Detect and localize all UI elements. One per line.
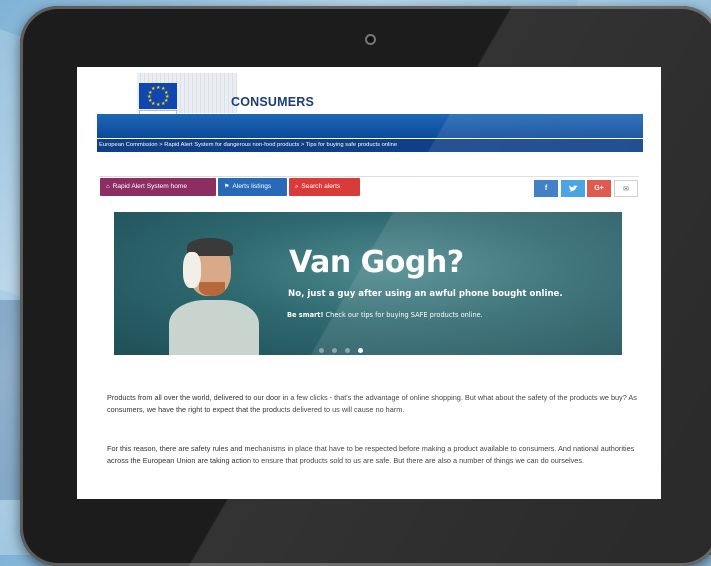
carousel-dot-active[interactable] bbox=[358, 348, 363, 353]
camera-icon bbox=[365, 34, 376, 45]
flag-icon: ⚑ bbox=[224, 184, 230, 190]
googleplus-share-button[interactable]: G+ bbox=[587, 180, 611, 197]
eu-flag-icon: ★ ★ ★ ★ ★ ★ ★ ★ ★ ★ ★ ★ bbox=[139, 83, 177, 109]
site-title: CONSUMERS bbox=[231, 95, 315, 109]
person-bandage bbox=[183, 252, 201, 288]
divider bbox=[99, 176, 639, 177]
person-beard bbox=[199, 282, 225, 296]
banner-cta[interactable]: Be smart! Check our tips for buying SAFE… bbox=[287, 311, 483, 319]
alerts-listings-button[interactable]: ⚑ Alerts listings bbox=[218, 178, 287, 196]
alerts-button-label: Alerts listings bbox=[232, 183, 272, 190]
search-alerts-button[interactable]: ⌕ Search alerts bbox=[289, 178, 360, 196]
carousel-dot[interactable] bbox=[332, 348, 337, 353]
banner-subtitle: No, just a guy after using an awful phon… bbox=[288, 289, 563, 299]
banner-cta-bold: Be smart! bbox=[287, 311, 324, 319]
browser-screen: ★ ★ ★ ★ ★ ★ ★ ★ ★ ★ ★ ★ European Commiss… bbox=[77, 67, 661, 499]
breadcrumb[interactable]: European Commission > Rapid Alert System… bbox=[97, 139, 643, 152]
twitter-icon bbox=[568, 185, 578, 192]
home-button-label: Rapid Alert System home bbox=[112, 183, 188, 190]
banner-cta-text: Check our tips for buying SAFE products … bbox=[323, 311, 483, 319]
person-shirt bbox=[169, 300, 259, 355]
email-share-button[interactable]: ✉ bbox=[614, 180, 638, 197]
twitter-share-button[interactable] bbox=[561, 180, 585, 197]
search-icon: ⌕ bbox=[295, 184, 299, 190]
rapid-alert-home-button[interactable]: ⌂ Rapid Alert System home bbox=[100, 178, 216, 196]
banner-title: Van Gogh? bbox=[289, 245, 464, 280]
safety-paragraph: For this reason, there are safety rules … bbox=[107, 444, 635, 465]
home-icon: ⌂ bbox=[106, 184, 110, 190]
hero-carousel[interactable]: Van Gogh? No, just a guy after using an … bbox=[114, 212, 622, 355]
carousel-dots bbox=[319, 340, 371, 353]
intro-paragraph: Products from all over the world, delive… bbox=[107, 393, 637, 414]
carousel-dot[interactable] bbox=[319, 348, 324, 353]
tablet-device: ★ ★ ★ ★ ★ ★ ★ ★ ★ ★ ★ ★ European Commiss… bbox=[20, 6, 711, 566]
facebook-share-button[interactable]: f bbox=[534, 180, 558, 197]
banner-person-image bbox=[169, 234, 259, 355]
carousel-dot[interactable] bbox=[345, 348, 350, 353]
header-bar bbox=[97, 114, 643, 138]
search-button-label: Search alerts bbox=[301, 183, 341, 190]
